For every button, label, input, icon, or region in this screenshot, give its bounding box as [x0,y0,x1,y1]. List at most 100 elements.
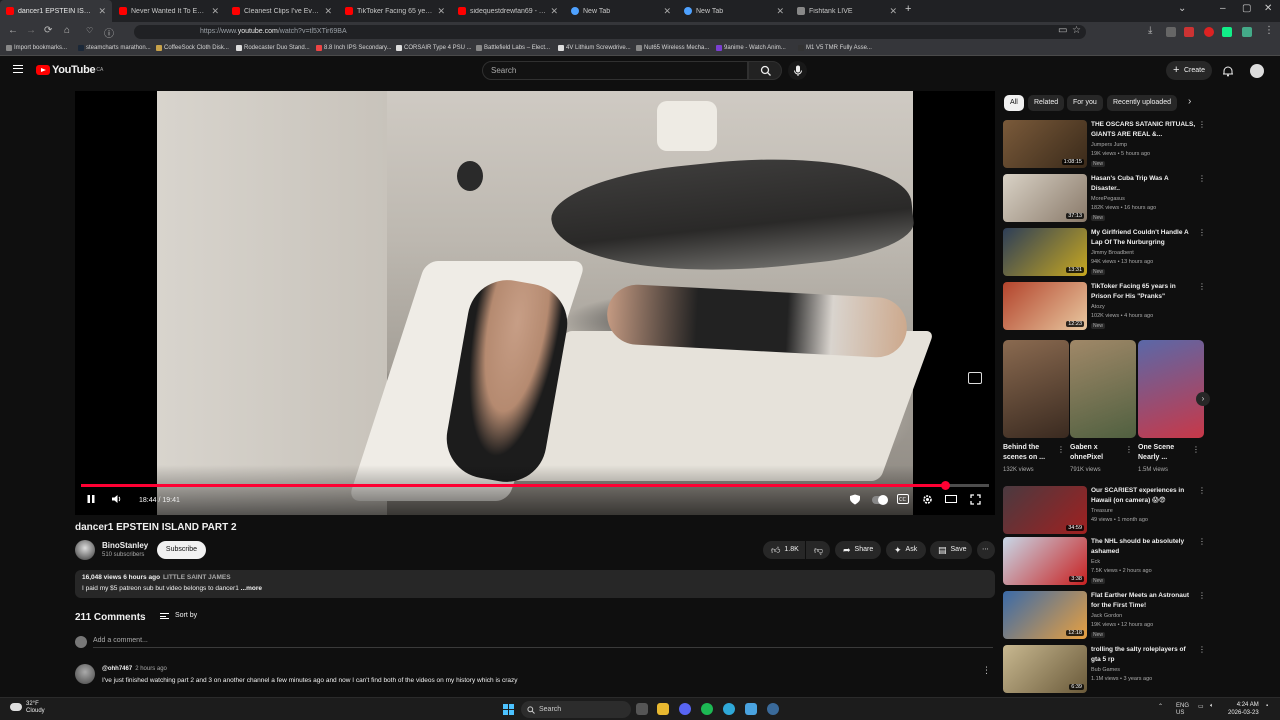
progress-bar[interactable] [81,481,989,490]
channel-avatar[interactable] [75,540,95,560]
extension-icon[interactable] [1242,27,1252,37]
recommended-video[interactable]: 1:08:15 THE OSCARS SATANIC RITUALS, GIAN… [1003,120,1208,170]
rec-channel[interactable]: Atozy [1091,304,1105,310]
taskbar-search[interactable]: Search [521,701,631,718]
comment-author[interactable]: @ohh7467 [102,666,132,672]
short-thumbnail[interactable] [1003,340,1069,438]
chip-all[interactable]: All [1004,95,1024,111]
video-thumbnail[interactable]: 12:18 [1003,591,1087,639]
add-comment-input[interactable]: Add a comment... [93,637,993,648]
rec-title[interactable]: My Girlfriend Couldn't Handle A Lap Of T… [1091,228,1197,247]
reload-icon[interactable]: ⟳ [44,25,52,36]
rec-title[interactable]: TikToker Facing 65 years in Prison For H… [1091,282,1197,301]
notification-center-icon[interactable]: ▪ [1266,703,1268,709]
video-thumbnail[interactable]: 13:31 [1003,228,1087,276]
close-tab-icon[interactable]: ✕ [659,6,671,17]
volume-icon[interactable] [111,494,122,504]
sponsor-shield-icon[interactable] [849,494,861,505]
video-thumbnail[interactable]: 37:13 [1003,174,1087,222]
video-thumbnail[interactable]: 34:59 [1003,486,1087,534]
channel-name[interactable]: BinoStanley [102,541,148,550]
close-tab-icon[interactable]: ✕ [207,6,219,17]
bookmark-item[interactable]: CORSAIR Type 4 PSU ... [396,45,472,51]
miniplayer-icon[interactable] [968,372,982,384]
bookmark-item[interactable]: 4V Lithium Screwdrive... [558,45,631,51]
rec-channel[interactable]: MorePegasus [1091,196,1125,202]
browser-tab-6[interactable]: New Tab ✕ [565,0,677,22]
chip-related[interactable]: Related [1028,95,1065,111]
youtube-logo[interactable]: YouTube CA [36,64,103,76]
rec-title[interactable]: Our SCARIEST experiences in Hawaii (on c… [1091,486,1197,505]
short-menu-icon[interactable]: ⋮ [1125,445,1133,454]
heart-icon[interactable]: ♡ [86,26,93,35]
rec-menu-icon[interactable]: ⋮ [1198,282,1206,291]
rec-menu-icon[interactable]: ⋮ [1198,174,1206,183]
recommended-video[interactable]: 12:23 TikToker Facing 65 years in Prison… [1003,282,1208,332]
extension-icon[interactable] [1222,27,1232,37]
search-input[interactable]: Search [482,61,748,80]
bookmark-item[interactable]: steamcharts marathon... [78,45,151,51]
short-title[interactable]: Behind the scenes on ... [1003,443,1059,463]
save-button[interactable]: ▤ Save [930,541,972,559]
rec-channel[interactable]: Jumpers Jump [1091,142,1127,148]
recommended-video[interactable]: 6:39 trolling the salty roleplayers of g… [1003,645,1208,693]
autoplay-toggle[interactable] [872,495,888,505]
maximize-icon[interactable]: ▢ [1242,3,1251,14]
page-info-icon[interactable]: ⓘ [104,25,114,40]
rec-menu-icon[interactable]: ⋮ [1198,120,1206,129]
tray-chevron-icon[interactable]: ⌃ [1158,703,1163,710]
create-button[interactable]: + Create [1166,61,1212,80]
theater-mode-icon[interactable] [945,494,957,504]
bookmark-item[interactable]: Battlefield Labs – Elect... [476,45,550,51]
bookmark-item[interactable]: Nut65 Wireless Mecha... [636,45,709,51]
close-tab-icon[interactable]: ✕ [320,6,332,17]
short-title[interactable]: One Scene Nearly ... [1138,443,1194,463]
like-button[interactable]: 👍︎ 1.8K [763,541,805,559]
commenter-avatar[interactable] [75,664,95,684]
browser-tab-1[interactable]: dancer1 EPSTEIN ISLAND PART ✕ [0,0,112,22]
video-thumbnail[interactable]: 1:08:15 [1003,120,1087,168]
close-tab-icon[interactable]: ✕ [433,6,445,17]
rec-menu-icon[interactable]: ⋮ [1198,228,1206,237]
chevron-right-icon[interactable]: › [1188,96,1191,107]
browser-icon[interactable] [723,703,735,715]
more-actions-button[interactable]: ⋯ [977,541,995,559]
description-box[interactable]: 16,048 views 6 hours ago LITTLE SAINT JAM… [75,570,995,598]
file-explorer-icon[interactable] [657,703,669,715]
close-window-icon[interactable]: ✕ [1264,3,1272,14]
steam-icon[interactable] [767,703,779,715]
bookmark-item[interactable]: 9anime - Watch Anim... [716,45,786,51]
recommended-video[interactable]: 13:31 My Girlfriend Couldn't Handle A La… [1003,228,1208,278]
rec-channel[interactable]: Jimmy Broadbent [1091,250,1134,256]
pause-icon[interactable] [86,494,96,504]
weather-widget[interactable]: 32°F Cloudy [10,701,45,715]
bookmark-item[interactable]: 8.8 Inch IPS Secondary... [316,45,392,51]
clock[interactable]: 4:24 AM 2026-03-23 [1228,701,1259,717]
rec-title[interactable]: THE OSCARS SATANIC RITUALS, GIANTS ARE R… [1091,120,1197,139]
subscribe-button[interactable]: Subscribe [157,541,206,559]
short-title[interactable]: Gaben x ohnePixel [1070,443,1126,463]
spotify-icon[interactable] [701,703,713,715]
network-icon[interactable]: ▭ [1198,703,1204,710]
close-tab-icon[interactable]: ✕ [772,6,784,17]
short-thumbnail[interactable] [1138,340,1204,438]
language-indicator[interactable]: ENG US [1176,703,1189,717]
description-tag[interactable]: LITTLE SAINT JAMES [163,574,231,581]
menu-icon[interactable] [13,65,23,73]
recommended-video[interactable]: 3:38 The NHL should be absolutely ashame… [1003,537,1208,587]
search-button[interactable] [748,61,782,80]
new-tab-plus-icon[interactable]: + [905,3,911,15]
browser-menu-icon[interactable]: ⋮ [1264,25,1274,36]
bookmark-item[interactable]: CoffeeSock Cloth Disk... [156,45,229,51]
rec-channel[interactable]: Treasure [1091,508,1113,514]
rec-channel[interactable]: Jack Gordon [1091,613,1122,619]
notifications-bell-icon[interactable] [1222,65,1234,77]
browser-tab-3[interactable]: Cleanest Clips I've Ever Hit... (Al ✕ [226,0,338,22]
close-tab-icon[interactable]: ✕ [885,6,897,17]
back-icon[interactable]: ← [8,25,18,36]
forward-icon[interactable]: → [26,25,36,36]
extension-icon[interactable] [1204,27,1214,37]
windows-start-icon[interactable] [503,704,514,715]
rec-menu-icon[interactable]: ⋮ [1198,591,1206,600]
video-thumbnail[interactable]: 6:39 [1003,645,1087,693]
